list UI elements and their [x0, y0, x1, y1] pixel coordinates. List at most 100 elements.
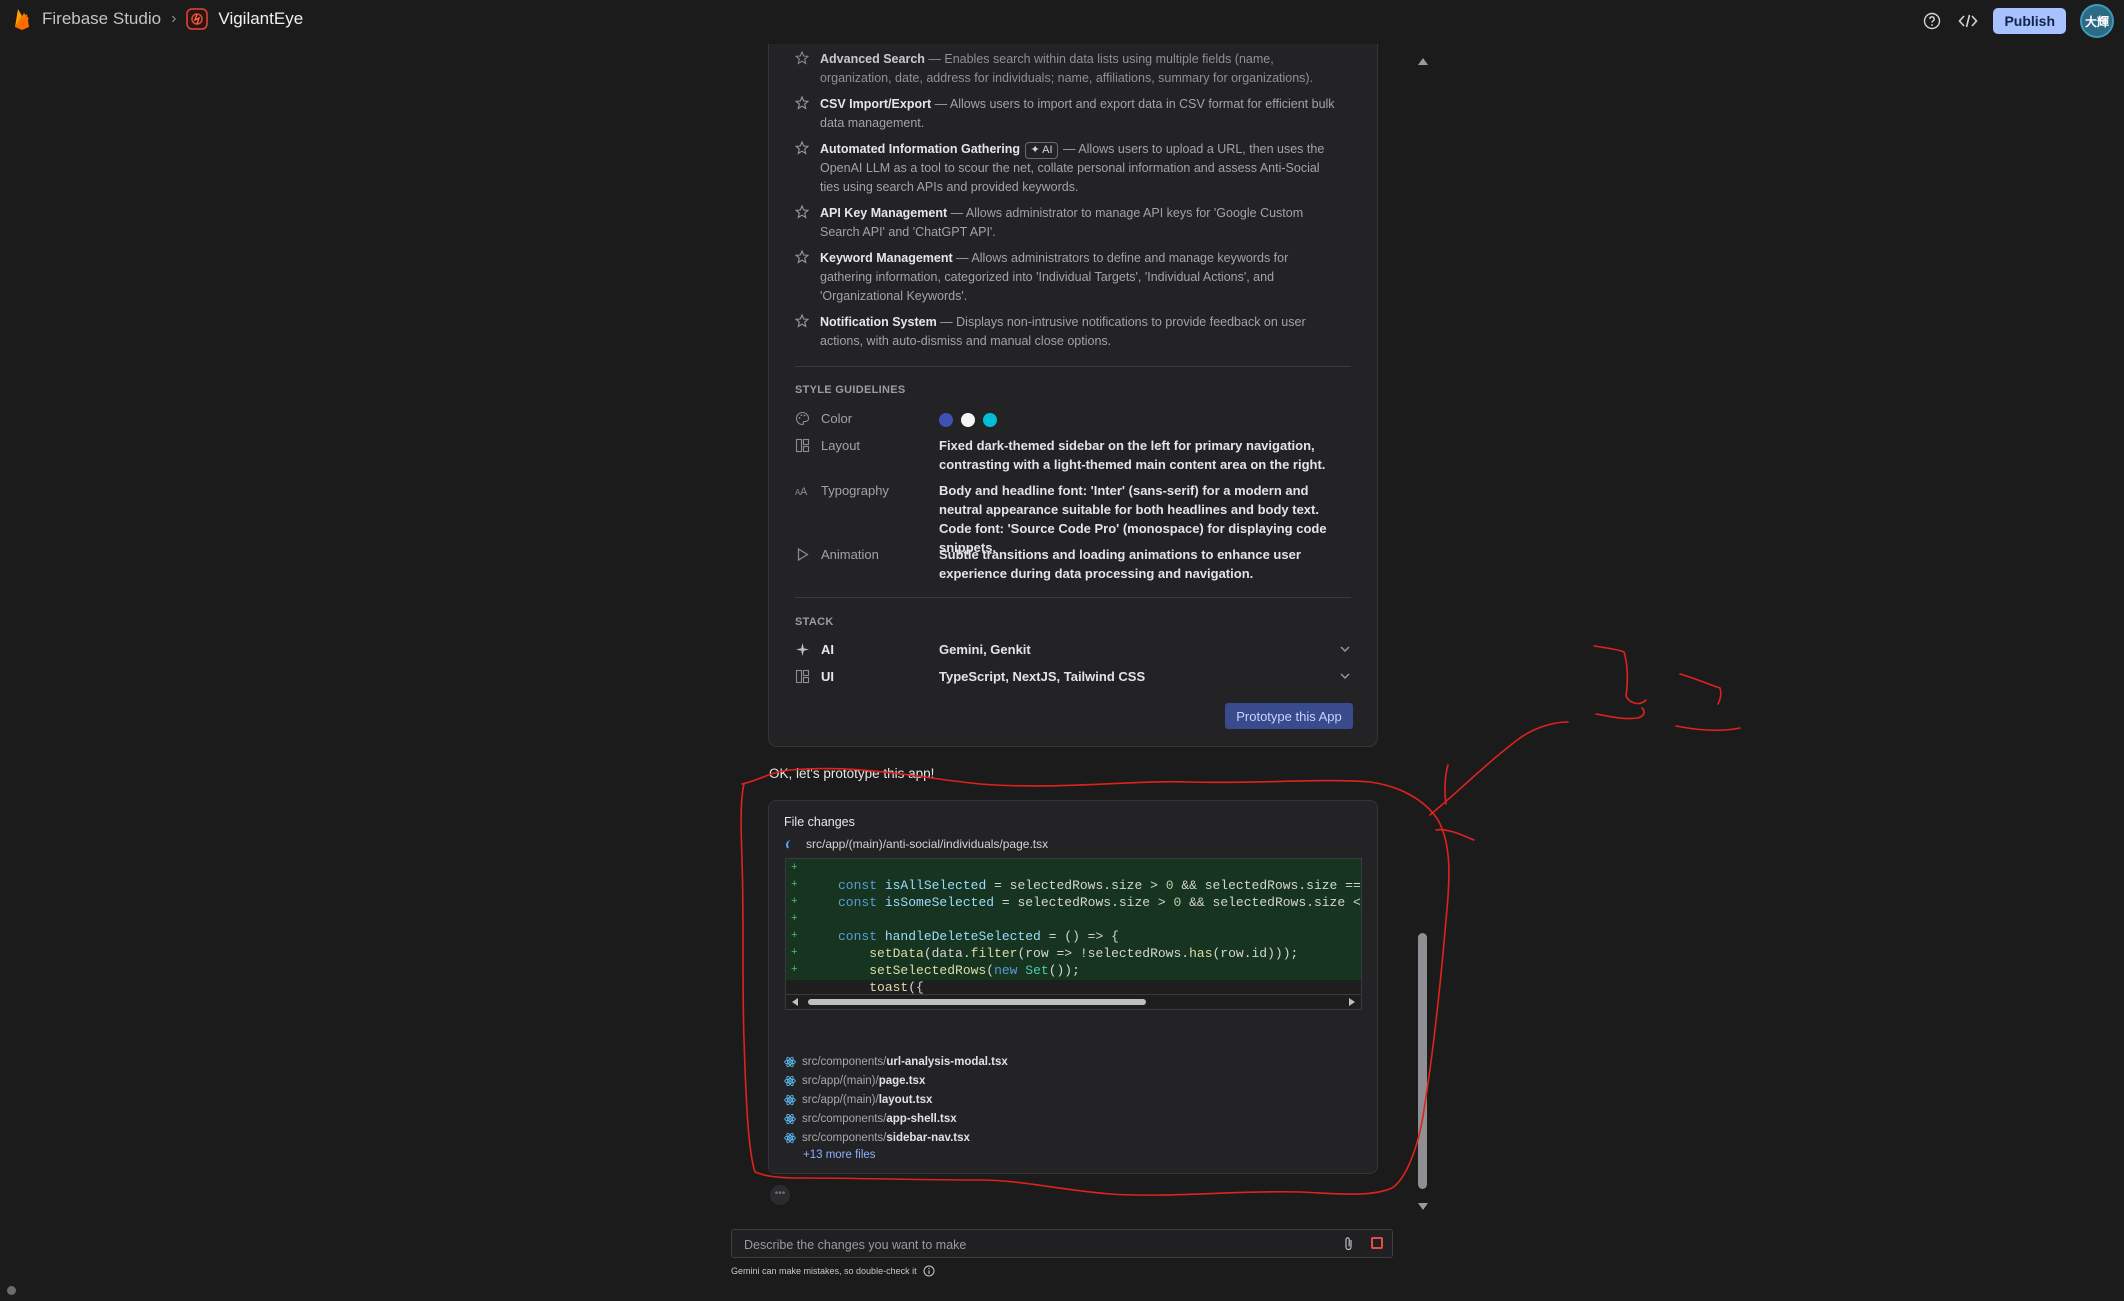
disclaimer-text: Gemini can make mistakes, so double-chec…: [731, 1266, 917, 1276]
chat-scrollbar[interactable]: [1416, 58, 1430, 1210]
scroll-down-icon[interactable]: [1418, 1203, 1428, 1210]
animation-value: Subtle transitions and loading animation…: [939, 547, 1301, 581]
help-icon[interactable]: [1921, 10, 1943, 32]
react-file-icon: [784, 1075, 796, 1086]
attach-icon[interactable]: [1342, 1236, 1356, 1252]
react-file-icon: [784, 1094, 796, 1105]
scrollbar-thumb[interactable]: [1418, 933, 1427, 1189]
top-bar: Firebase Studio › VigilantEye Publish 大輝: [0, 0, 2124, 38]
stack-title: STACK: [795, 616, 834, 628]
breadcrumb-separator: ›: [171, 9, 177, 27]
file-name: page.tsx: [878, 1074, 926, 1087]
color-swatches: [939, 409, 1344, 428]
stack-ai-value: Gemini, Genkit: [939, 642, 1031, 657]
feature-item: Automated Information Gathering ✦ AI — A…: [795, 140, 1335, 197]
prototype-app-button[interactable]: Prototype this App: [1225, 703, 1353, 729]
changed-files-list: src/components/url-analysis-modal.tsx sr…: [784, 1052, 1008, 1161]
layout-value: Fixed dark-themed sidebar on the left fo…: [939, 438, 1326, 472]
file-changes-title: File changes: [784, 815, 855, 829]
changed-file-item[interactable]: src/app/(main)/page.tsx: [784, 1071, 1008, 1090]
changed-file-item[interactable]: src/components/url-analysis-modal.tsx: [784, 1052, 1008, 1071]
divider: [795, 597, 1351, 598]
file-name: layout.tsx: [878, 1093, 933, 1106]
more-options-icon[interactable]: •••: [770, 1185, 790, 1205]
palette-icon: [795, 411, 810, 426]
info-icon[interactable]: [923, 1265, 935, 1277]
assistant-message: OK, let's prototype this app!: [769, 766, 935, 781]
file-dir: src/app/(main)/: [802, 1093, 879, 1106]
feature-item: Notification System — Displays non-intru…: [795, 313, 1335, 351]
feature-item: API Key Management — Allows administrato…: [795, 204, 1335, 242]
feature-item: Keyword Management — Allows administrato…: [795, 249, 1335, 306]
breadcrumb-root[interactable]: Firebase Studio: [42, 9, 161, 29]
feature-name: API Key Management: [820, 206, 948, 220]
chevron-down-icon[interactable]: [1339, 643, 1351, 655]
code-icon[interactable]: [1957, 10, 1979, 32]
code-diff-view[interactable]: + + const isAllSelected = selectedRows.si…: [785, 858, 1362, 995]
layout-icon: [795, 669, 810, 684]
typography-label: Typography: [821, 483, 889, 498]
loading-spinner-icon: [786, 839, 796, 850]
status-dot: [7, 1286, 16, 1295]
play-icon: [797, 547, 809, 562]
color-swatch-2: [961, 412, 975, 427]
scroll-up-icon[interactable]: [1418, 58, 1428, 65]
color-swatch-1: [939, 412, 953, 427]
layout-label: Layout: [821, 438, 861, 453]
svg-text:A: A: [800, 486, 808, 498]
changed-file-item[interactable]: src/components/app-shell.tsx: [784, 1109, 1008, 1128]
current-file-path-text: src/app/(main)/anti-social/individuals/p…: [806, 837, 1049, 851]
firebase-logo-icon[interactable]: [12, 7, 32, 31]
scroll-right-icon[interactable]: [1349, 998, 1355, 1006]
feature-item: Advanced Search — Enables search within …: [795, 50, 1335, 88]
disclaimer: Gemini can make mistakes, so double-chec…: [731, 1265, 935, 1277]
file-name: app-shell.tsx: [886, 1112, 957, 1125]
stop-generation-icon[interactable]: [1371, 1237, 1383, 1249]
file-name: sidebar-nav.tsx: [886, 1131, 970, 1144]
file-name: url-analysis-modal.tsx: [886, 1055, 1008, 1068]
stack-ai-label: AI: [821, 642, 834, 657]
layout-icon: [795, 438, 810, 453]
ai-badge: ✦ AI: [1025, 142, 1058, 159]
chevron-down-icon[interactable]: [1339, 670, 1351, 682]
file-dir: src/components/: [802, 1131, 887, 1144]
publish-button[interactable]: Publish: [1993, 8, 2066, 34]
file-dir: src/app/(main)/: [802, 1074, 879, 1087]
stack-ui-value: TypeScript, NextJS, Tailwind CSS: [939, 669, 1146, 684]
typography-icon: AA: [795, 486, 808, 498]
scrollbar-thumb[interactable]: [808, 999, 1146, 1005]
divider: [795, 366, 1351, 367]
more-files-link[interactable]: +13 more files: [803, 1149, 1008, 1161]
file-dir: src/components/: [802, 1055, 887, 1068]
changed-file-item[interactable]: src/app/(main)/layout.tsx: [784, 1090, 1008, 1109]
file-changes-panel: File changes src/app/(main)/anti-social/…: [768, 800, 1378, 1174]
react-file-icon: [784, 1113, 796, 1124]
style-guidelines-title: STYLE GUIDELINES: [795, 384, 906, 396]
react-file-icon: [784, 1056, 796, 1067]
animation-label: Animation: [821, 547, 879, 562]
horizontal-scrollbar[interactable]: [785, 995, 1362, 1010]
star-icon: [795, 141, 809, 155]
feature-name: CSV Import/Export: [820, 97, 932, 111]
star-icon: [795, 51, 809, 65]
scroll-left-icon[interactable]: [792, 998, 798, 1006]
color-swatch-3: [983, 412, 997, 427]
react-file-icon: [784, 1132, 796, 1143]
project-name[interactable]: VigilantEye: [218, 9, 303, 29]
feature-item: CSV Import/Export — Allows users to impo…: [795, 95, 1335, 133]
avatar[interactable]: 大輝: [2080, 4, 2114, 38]
sparkle-icon: [796, 643, 809, 656]
feature-name: Keyword Management: [820, 251, 953, 265]
color-label: Color: [821, 411, 853, 426]
project-logo-icon: [186, 7, 209, 30]
prompt-input-container: [731, 1229, 1393, 1258]
feature-name: Advanced Search: [820, 52, 925, 66]
star-icon: [795, 96, 809, 110]
current-file-path[interactable]: src/app/(main)/anti-social/individuals/p…: [786, 837, 1048, 851]
star-icon: [795, 314, 809, 328]
changed-file-item[interactable]: src/components/sidebar-nav.tsx: [784, 1128, 1008, 1147]
feature-name: Notification System: [820, 315, 937, 329]
file-dir: src/components/: [802, 1112, 887, 1125]
prompt-input[interactable]: [742, 1235, 1306, 1255]
feature-name: Automated Information Gathering: [820, 142, 1020, 156]
